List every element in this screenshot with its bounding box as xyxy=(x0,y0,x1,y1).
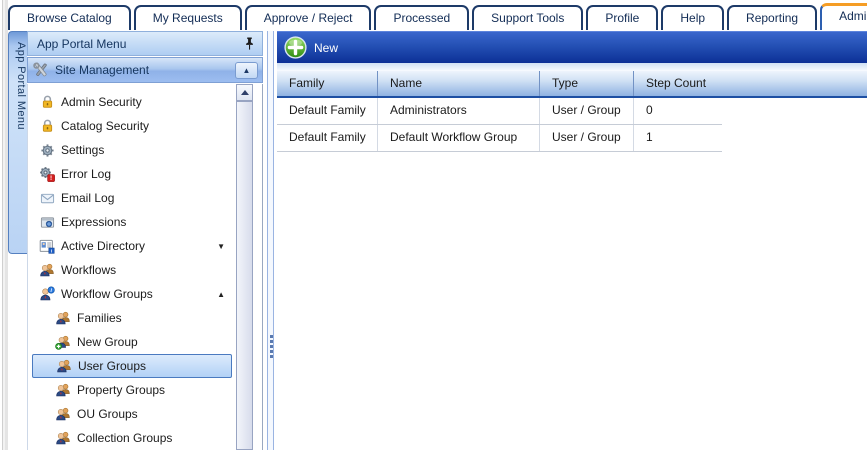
tab-help[interactable]: Help xyxy=(661,5,724,30)
people-icon xyxy=(54,310,72,327)
sidebar-title: App Portal Menu xyxy=(35,37,243,51)
sidebar-item-label: User Groups xyxy=(78,359,146,373)
people-icon xyxy=(54,382,72,399)
tab-reporting[interactable]: Reporting xyxy=(727,5,817,30)
svg-text:!: ! xyxy=(50,175,52,182)
column-header-family[interactable]: Family xyxy=(277,71,378,96)
tab-my-requests[interactable]: My Requests xyxy=(134,5,242,30)
tab-admin[interactable]: Admin xyxy=(820,3,867,30)
cell: Administrators xyxy=(378,98,540,124)
sidebar-item-label: Catalog Security xyxy=(61,119,149,133)
column-header-name[interactable]: Name xyxy=(378,71,540,96)
add-circle-icon xyxy=(284,36,307,59)
sidebar-item-families[interactable]: Families xyxy=(32,306,232,330)
tab-browse-catalog[interactable]: Browse Catalog xyxy=(8,5,131,30)
grid-body: Default FamilyAdministratorsUser / Group… xyxy=(277,98,867,152)
sidebar-item-label: Workflow Groups xyxy=(61,287,153,301)
sidebar-item-label: Workflows xyxy=(61,263,116,277)
chevron-up-icon[interactable]: ▲ xyxy=(217,290,225,299)
sidebar-list: Admin Security Catalog Security Settings! E… xyxy=(27,84,263,450)
sidebar-item-label: Active Directory xyxy=(61,239,145,253)
gear-error-icon: ! xyxy=(38,166,56,183)
sidebar-item-label: Admin Security xyxy=(61,95,142,109)
sidebar: App Portal Menu Site Management ▲ Admin … xyxy=(27,31,263,450)
sidebar-item-catalog-security[interactable]: Catalog Security xyxy=(32,114,232,138)
lock-icon xyxy=(38,118,56,135)
column-header-step-count[interactable]: Step Count xyxy=(634,71,722,96)
sidebar-item-expressions[interactable]: Expressions xyxy=(32,210,232,234)
sidebar-item-error-log[interactable]: ! Error Log xyxy=(32,162,232,186)
cell: 0 xyxy=(634,98,722,124)
main-toolbar: New xyxy=(277,31,867,63)
people-icon xyxy=(55,358,73,375)
sidebar-item-label: New Group xyxy=(77,335,138,349)
gear-icon xyxy=(38,142,56,159)
scroll-up-button[interactable] xyxy=(237,85,252,101)
tab-processed[interactable]: Processed xyxy=(374,5,469,30)
sidebar-item-new-group[interactable]: New Group xyxy=(32,330,232,354)
column-header-type[interactable]: Type xyxy=(540,71,634,96)
sidebar-item-label: Error Log xyxy=(61,167,111,181)
directory-card-icon: i xyxy=(38,238,56,255)
section-collapse-button[interactable]: ▲ xyxy=(235,62,258,79)
person-info-icon: i xyxy=(38,286,56,303)
sidebar-item-admin-security[interactable]: Admin Security xyxy=(32,90,232,114)
sidebar-item-label: Settings xyxy=(61,143,104,157)
app-portal-menu-side-tab[interactable]: App Portal Menu xyxy=(8,31,27,254)
window-icon xyxy=(38,214,56,231)
sidebar-item-label: Families xyxy=(77,311,122,325)
new-button-label: New xyxy=(314,41,338,55)
sidebar-item-active-directory[interactable]: i Active Directory ▼ xyxy=(32,234,232,258)
sidebar-item-workflows[interactable]: Workflows xyxy=(32,258,232,282)
section-site-management[interactable]: Site Management ▲ xyxy=(27,57,263,83)
sidebar-item-ou-groups[interactable]: OU Groups xyxy=(32,402,232,426)
panel-splitter[interactable] xyxy=(267,31,274,450)
cell: Default Workflow Group xyxy=(378,125,540,151)
grid-header: FamilyNameTypeStep Count xyxy=(277,71,867,98)
sidebar-item-label: OU Groups xyxy=(77,407,138,421)
pushpin-icon[interactable] xyxy=(243,37,255,50)
sidebar-item-user-groups[interactable]: User Groups xyxy=(32,354,232,378)
table-row[interactable]: Default FamilyDefault Workflow GroupUser… xyxy=(277,125,722,152)
splitter-grip xyxy=(270,335,273,359)
new-button[interactable]: New xyxy=(284,36,338,59)
people-icon xyxy=(38,262,56,279)
chevron-down-icon[interactable]: ▼ xyxy=(217,242,225,251)
sidebar-item-settings[interactable]: Settings xyxy=(32,138,232,162)
sidebar-item-label: Email Log xyxy=(61,191,114,205)
tab-profile[interactable]: Profile xyxy=(586,5,658,30)
people-icon xyxy=(54,430,72,447)
sidebar-item-workflow-groups[interactable]: i Workflow Groups ▲ xyxy=(32,282,232,306)
cell: Default Family xyxy=(277,125,378,151)
people-icon xyxy=(54,406,72,423)
svg-text:i: i xyxy=(51,248,52,253)
sidebar-item-email-log[interactable]: Email Log xyxy=(32,186,232,210)
tab-bar: Browse CatalogMy RequestsApprove / Rejec… xyxy=(8,2,867,30)
sidebar-item-collection-groups[interactable]: Collection Groups xyxy=(32,426,232,450)
section-label: Site Management xyxy=(50,63,235,77)
mail-icon xyxy=(38,190,56,207)
cell: User / Group xyxy=(540,98,634,124)
sidebar-item-label: Expressions xyxy=(61,215,126,229)
tab-approve-reject[interactable]: Approve / Reject xyxy=(245,5,372,30)
cell: User / Group xyxy=(540,125,634,151)
lock-icon xyxy=(38,94,56,111)
sidebar-scrollbar[interactable] xyxy=(236,84,253,450)
sidebar-header: App Portal Menu xyxy=(27,31,263,56)
cell: 1 xyxy=(634,125,722,151)
scrollbar-thumb[interactable] xyxy=(237,101,252,449)
cell: Default Family xyxy=(277,98,378,124)
sidebar-item-label: Property Groups xyxy=(77,383,165,397)
people-add-icon xyxy=(54,334,72,351)
tab-support-tools[interactable]: Support Tools xyxy=(472,5,583,30)
sidebar-item-property-groups[interactable]: Property Groups xyxy=(32,378,232,402)
sidebar-item-label: Collection Groups xyxy=(77,431,172,445)
main-panel: New FamilyNameTypeStep Count Default Fam… xyxy=(277,31,867,450)
tools-icon xyxy=(32,61,50,79)
window-edge xyxy=(0,0,8,450)
toolbar-gap xyxy=(277,63,867,71)
table-row[interactable]: Default FamilyAdministratorsUser / Group… xyxy=(277,98,722,125)
